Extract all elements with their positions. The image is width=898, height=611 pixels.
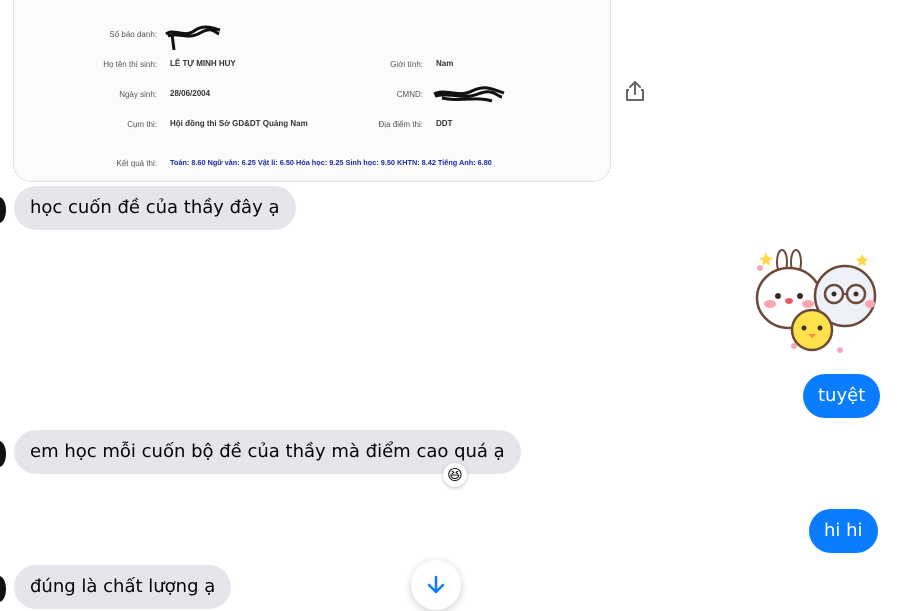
share-button[interactable] bbox=[622, 78, 648, 104]
sticker-image[interactable] bbox=[752, 246, 878, 358]
arrow-down-icon bbox=[427, 575, 445, 594]
laughing-emoji-icon: 😆 bbox=[447, 465, 463, 484]
redacted-scribble bbox=[433, 86, 505, 103]
outgoing-message[interactable]: tuyệt bbox=[803, 374, 881, 418]
scroll-to-bottom-button[interactable] bbox=[411, 560, 461, 610]
ngay-sinh-label: Ngày sinh: bbox=[119, 90, 157, 99]
outgoing-message[interactable]: hi hi bbox=[809, 509, 878, 553]
sender-avatar[interactable] bbox=[0, 576, 6, 602]
incoming-message[interactable]: đúng là chất lượng ạ bbox=[14, 565, 232, 609]
cmnd-label: CMND: bbox=[396, 90, 423, 99]
ho-ten-value: LÊ TỰ MINH HUY bbox=[170, 59, 236, 68]
gioi-tinh-value: Nam bbox=[436, 59, 454, 68]
share-icon bbox=[626, 81, 644, 101]
ho-ten-label: Họ tên thí sinh: bbox=[103, 60, 157, 69]
ket-qua-label: Kết quả thi: bbox=[116, 159, 157, 168]
exam-result-card[interactable]: Số báo danh: Họ tên thí sinh: LÊ TỰ MINH… bbox=[13, 0, 611, 182]
so-bao-danh-label: Số báo danh: bbox=[109, 30, 157, 39]
gioi-tinh-label: Giới tính: bbox=[390, 60, 423, 69]
sender-avatar[interactable] bbox=[0, 197, 6, 223]
message-reaction[interactable]: 😆 bbox=[443, 463, 467, 487]
ket-qua-value: Toán: 8.60 Ngữ văn: 6.25 Vật lí: 6.50 Hó… bbox=[170, 158, 492, 167]
incoming-message[interactable]: học cuốn đề của thầy đây ạ bbox=[14, 186, 296, 230]
redacted-scribble bbox=[165, 25, 221, 51]
cum-thi-label: Cụm thi: bbox=[127, 120, 157, 129]
dia-diem-label: Địa điểm thi: bbox=[378, 120, 423, 129]
sender-avatar[interactable] bbox=[0, 441, 6, 467]
ngay-sinh-value: 28/06/2004 bbox=[170, 89, 211, 98]
dia-diem-value: DDT bbox=[436, 119, 453, 128]
